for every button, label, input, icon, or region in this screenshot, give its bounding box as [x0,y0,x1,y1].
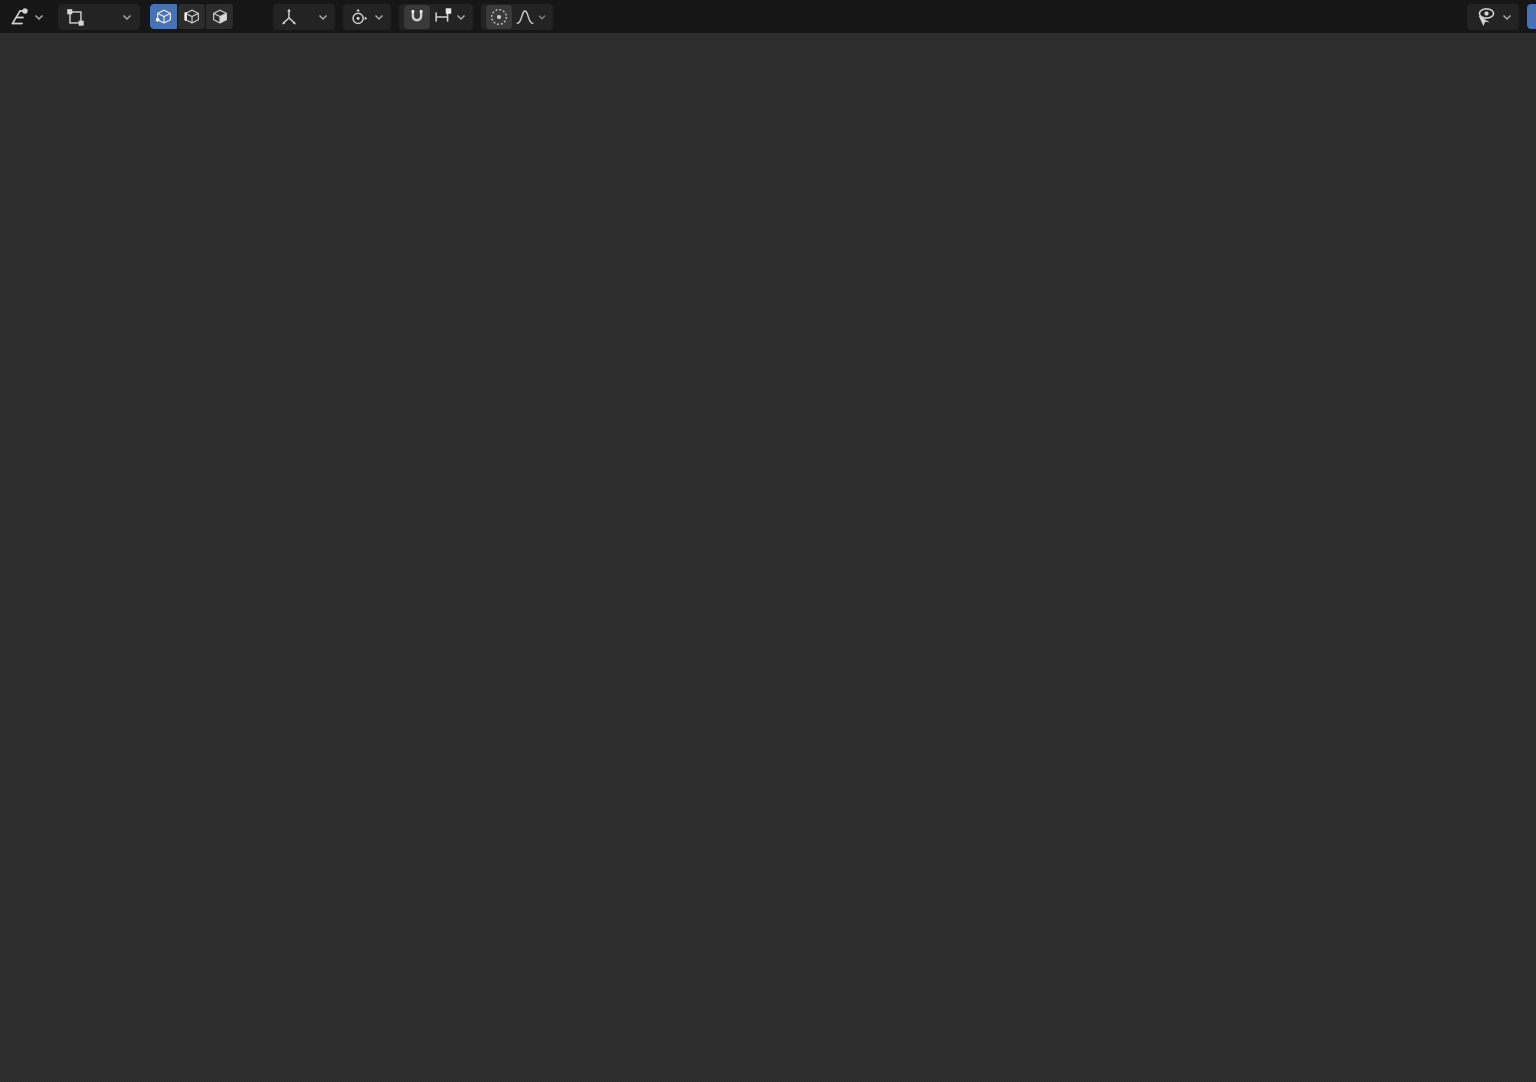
snap-controls [399,4,473,30]
chevron-down-icon [536,8,548,26]
transform-orientation-dropdown[interactable] [273,4,335,30]
overlays-partial-button[interactable] [1527,4,1536,29]
chevron-down-icon [372,8,386,26]
proportional-editing-controls [481,4,553,30]
edge-select-icon [182,7,202,27]
proportional-editing-toggle[interactable] [486,5,512,29]
editor-type-icon [8,5,32,29]
show-object-types-dropdown[interactable] [1467,4,1519,30]
falloff-curve-icon [514,6,536,28]
edge-select-button[interactable] [178,4,205,29]
viewport-3d[interactable] [0,0,1536,1082]
transform-orientation-icon [278,6,300,28]
mode-dropdown[interactable] [58,4,140,30]
vertex-select-button[interactable] [150,4,177,29]
pivot-point-icon [348,6,370,28]
face-select-icon [210,7,230,27]
falloff-dropdown[interactable] [514,6,548,28]
editor-type-button[interactable] [6,4,48,30]
chevron-down-icon [316,8,330,26]
chevron-down-icon [1500,8,1514,26]
visibility-icon [1472,5,1498,29]
face-select-button[interactable] [206,4,233,29]
snap-with-icon [432,6,454,28]
chevron-down-icon [454,8,468,26]
chevron-down-icon [120,8,134,26]
proportional-editing-icon [488,6,510,28]
snap-toggle-button[interactable] [404,5,430,29]
pivot-point-dropdown[interactable] [343,4,391,30]
snap-magnet-icon [406,6,428,28]
header-bar [0,0,1536,33]
chevron-down-icon [32,8,46,26]
vertex-select-icon [154,7,174,27]
edit-mode-icon [64,6,86,28]
select-mode-buttons [150,4,233,29]
snap-with-button[interactable] [432,6,468,28]
